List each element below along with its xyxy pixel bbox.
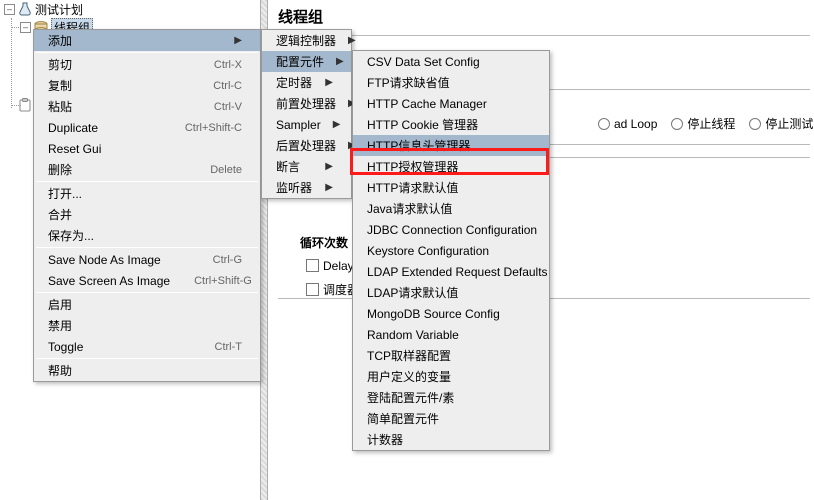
- menu-copy[interactable]: 复制Ctrl-C: [34, 75, 260, 96]
- config-item-label: Random Variable: [367, 328, 531, 342]
- menu-separator: [36, 52, 258, 53]
- radio-stop-thread[interactable]: 停止线程: [671, 115, 735, 132]
- tree-root-label: 测试计划: [35, 1, 83, 18]
- config-item-label: 计数器: [367, 431, 531, 448]
- tree-guide: [11, 105, 21, 106]
- submenu-post-processor[interactable]: 后置处理器▶: [262, 135, 351, 156]
- submenu-timer[interactable]: 定时器▶: [262, 72, 351, 93]
- menu-open[interactable]: 打开...: [34, 183, 260, 204]
- menu-merge[interactable]: 合并: [34, 204, 260, 225]
- config-item[interactable]: Keystore Configuration: [353, 240, 549, 261]
- submenu-arrow-icon: ▶: [325, 161, 333, 172]
- config-item-label: HTTP授权管理器: [367, 158, 531, 175]
- config-item[interactable]: MongoDB Source Config: [353, 303, 549, 324]
- menu-separator: [36, 181, 258, 182]
- config-item[interactable]: 简单配置元件: [353, 408, 549, 429]
- submenu-arrow-icon: ▶: [333, 119, 341, 130]
- menu-toggle[interactable]: ToggleCtrl-T: [34, 336, 260, 357]
- tree-toggle-icon[interactable]: –: [20, 22, 31, 33]
- menu-disable[interactable]: 禁用: [34, 315, 260, 336]
- menu-save-node-image[interactable]: Save Node As ImageCtrl-G: [34, 249, 260, 270]
- menu-duplicate[interactable]: DuplicateCtrl+Shift-C: [34, 117, 260, 138]
- config-item-label: 用户定义的变量: [367, 368, 531, 385]
- config-item-label: CSV Data Set Config: [367, 55, 531, 69]
- config-item-label: Keystore Configuration: [367, 244, 531, 258]
- config-item-label: MongoDB Source Config: [367, 307, 531, 321]
- config-item-label: FTP请求缺省值: [367, 74, 531, 91]
- menu-enable[interactable]: 启用: [34, 294, 260, 315]
- config-item[interactable]: 用户定义的变量: [353, 366, 549, 387]
- submenu-sampler[interactable]: Sampler▶: [262, 114, 351, 135]
- config-item[interactable]: HTTP Cache Manager: [353, 93, 549, 114]
- config-item-label: 简单配置元件: [367, 410, 531, 427]
- config-item[interactable]: Java请求默认值: [353, 198, 549, 219]
- config-item[interactable]: CSV Data Set Config: [353, 51, 549, 72]
- config-item-label: LDAP Extended Request Defaults: [367, 265, 548, 279]
- menu-help[interactable]: 帮助: [34, 360, 260, 381]
- checkbox-icon: [306, 259, 319, 272]
- config-item[interactable]: JDBC Connection Configuration: [353, 219, 549, 240]
- submenu-config-element[interactable]: 配置元件▶: [262, 51, 351, 72]
- config-item[interactable]: HTTP信息头管理器: [353, 135, 549, 156]
- config-item[interactable]: Random Variable: [353, 324, 549, 345]
- radio-icon: [671, 118, 683, 130]
- menu-separator: [36, 247, 258, 248]
- config-item[interactable]: LDAP请求默认值: [353, 282, 549, 303]
- tree-root-row[interactable]: – 测试计划: [0, 0, 260, 18]
- menu-save-as[interactable]: 保存为...: [34, 225, 260, 246]
- config-item-label: 登陆配置元件/素: [367, 389, 531, 406]
- config-item[interactable]: HTTP授权管理器: [353, 156, 549, 177]
- menu-save-screen-image[interactable]: Save Screen As ImageCtrl+Shift-G: [34, 270, 260, 291]
- submenu-arrow-icon: ▶: [325, 77, 333, 88]
- config-item[interactable]: HTTP Cookie 管理器: [353, 114, 549, 135]
- submenu-logic-controller[interactable]: 逻辑控制器▶: [262, 30, 351, 51]
- config-item-label: HTTP Cookie 管理器: [367, 116, 531, 133]
- submenu-listener[interactable]: 监听器▶: [262, 177, 351, 198]
- radio-ad-loop[interactable]: ad Loop: [598, 117, 657, 131]
- error-action-options: ad Loop 停止线程 停止测试 Stop: [598, 115, 814, 132]
- config-item-label: HTTP请求默认值: [367, 179, 531, 196]
- submenu-arrow-icon: ▶: [325, 182, 333, 193]
- config-item[interactable]: 登陆配置元件/素: [353, 387, 549, 408]
- radio-stop-test[interactable]: 停止测试: [749, 115, 813, 132]
- menu-reset-gui[interactable]: Reset Gui: [34, 138, 260, 159]
- flask-icon: [17, 1, 33, 17]
- config-item-label: Java请求默认值: [367, 200, 531, 217]
- tree-toggle-icon[interactable]: –: [4, 4, 15, 15]
- config-item-label: LDAP请求默认值: [367, 284, 531, 301]
- config-item[interactable]: 计数器: [353, 429, 549, 450]
- radio-icon: [598, 118, 610, 130]
- config-item-label: HTTP Cache Manager: [367, 97, 531, 111]
- menu-delete[interactable]: 删除Delete: [34, 159, 260, 180]
- config-item[interactable]: TCP取样器配置: [353, 345, 549, 366]
- config-element-submenu: CSV Data Set Config FTP请求缺省值 HTTP Cache Ma…: [352, 50, 550, 451]
- add-submenu: 逻辑控制器▶ 配置元件▶ 定时器▶ 前置处理器▶ Sampler▶ 后置处理器▶…: [261, 29, 352, 199]
- menu-cut[interactable]: 剪切Ctrl-X: [34, 54, 260, 75]
- config-item[interactable]: HTTP请求默认值: [353, 177, 549, 198]
- submenu-assertion[interactable]: 断言▶: [262, 156, 351, 177]
- config-item-label: TCP取样器配置: [367, 347, 531, 364]
- radio-icon: [749, 118, 761, 130]
- config-item[interactable]: LDAP Extended Request Defaults: [353, 261, 549, 282]
- submenu-arrow-icon: ▶: [348, 35, 356, 46]
- context-menu: 添加▶ 剪切Ctrl-X 复制Ctrl-C 粘贴Ctrl-V Duplicate…: [33, 29, 261, 382]
- config-item-label: JDBC Connection Configuration: [367, 223, 537, 237]
- menu-separator: [36, 358, 258, 359]
- menu-separator: [36, 292, 258, 293]
- menu-add[interactable]: 添加▶: [34, 30, 260, 51]
- config-item-label: HTTP信息头管理器: [367, 137, 531, 154]
- checkbox-icon: [306, 283, 319, 296]
- submenu-pre-processor[interactable]: 前置处理器▶: [262, 93, 351, 114]
- config-item[interactable]: FTP请求缺省值: [353, 72, 549, 93]
- submenu-arrow-icon: ▶: [234, 35, 242, 46]
- submenu-arrow-icon: ▶: [336, 56, 344, 67]
- menu-paste[interactable]: 粘贴Ctrl-V: [34, 96, 260, 117]
